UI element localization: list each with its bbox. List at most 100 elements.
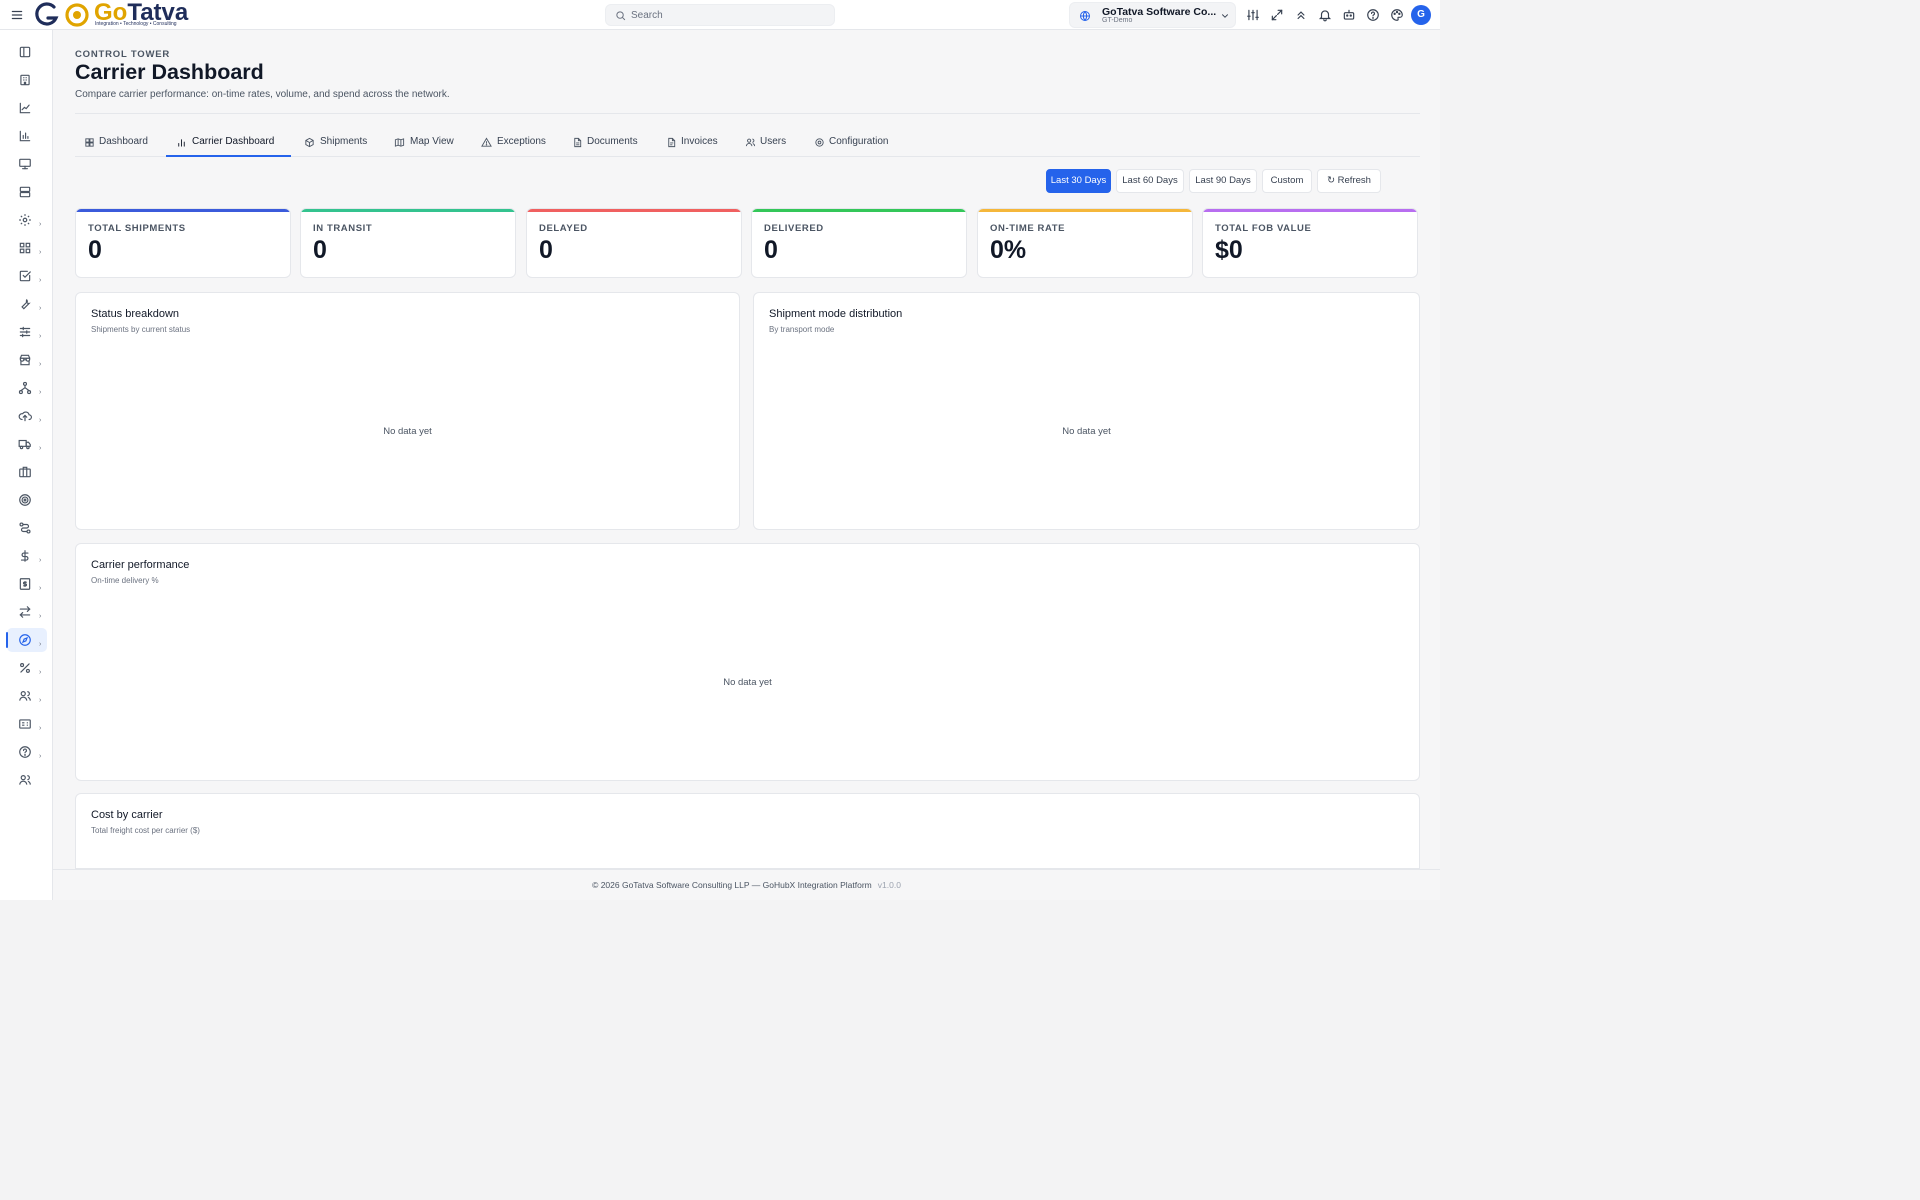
- sidebar-item-analytics[interactable]: [7, 96, 47, 120]
- submenu-arrow-icon: ›: [39, 277, 42, 284]
- sidebar-item-finance[interactable]: ›: [7, 544, 47, 568]
- footer-copyright: © 2026 GoTatva Software Consulting LLP —…: [592, 880, 872, 890]
- expand-icon[interactable]: [1270, 8, 1284, 22]
- tab-label: Documents: [587, 136, 638, 147]
- kpi-accent-bar: [301, 209, 515, 212]
- sidebar-item-tools[interactable]: ›: [7, 292, 47, 316]
- tab-dashboard[interactable]: Dashboard: [84, 127, 154, 157]
- kpi-value: $0: [1215, 236, 1243, 264]
- bar-chart-icon: [178, 139, 185, 147]
- bell-icon[interactable]: [1318, 8, 1332, 22]
- tab-exceptions[interactable]: Exceptions: [481, 127, 556, 157]
- tab-invoices[interactable]: Invoices: [666, 127, 726, 157]
- section-eyebrow: CONTROL TOWER: [75, 49, 171, 60]
- chevrons-up-icon[interactable]: [1294, 8, 1308, 22]
- footer-divider: [53, 869, 1440, 870]
- tab-label: Exceptions: [497, 136, 546, 147]
- tab-configuration[interactable]: Configuration: [814, 127, 909, 157]
- line-chart-icon: [19, 102, 31, 114]
- tab-users[interactable]: Users: [745, 127, 795, 157]
- sidebar-item-discounts[interactable]: ›: [7, 656, 47, 680]
- sidebar-item-briefcase[interactable]: [7, 460, 47, 484]
- sliders-icon[interactable]: [1246, 8, 1260, 22]
- hamburger-menu-icon[interactable]: [10, 8, 24, 22]
- sidebar-item-help[interactable]: ›: [7, 740, 47, 764]
- kpi-accent-bar: [752, 209, 966, 212]
- submenu-arrow-icon: ›: [39, 305, 42, 312]
- sidebar-item-monitor[interactable]: [7, 152, 47, 176]
- sidebar-item-team[interactable]: [7, 768, 47, 792]
- org-switcher[interactable]: GoTatva Software Co... GT-Demo: [1069, 2, 1236, 28]
- sidebar-item-tasks[interactable]: ›: [7, 264, 47, 288]
- sidebar-item-adjustments[interactable]: ›: [7, 320, 47, 344]
- sidebar-item-id-cards[interactable]: ›: [7, 712, 47, 736]
- bot-icon[interactable]: [1342, 8, 1356, 22]
- sidebar-item-partners[interactable]: ›: [7, 684, 47, 708]
- kpi-value: 0: [88, 236, 102, 264]
- user-avatar[interactable]: G: [1411, 5, 1431, 25]
- sidebar-item-reports[interactable]: [7, 124, 47, 148]
- sidebar-item-network[interactable]: ›: [7, 376, 47, 400]
- palette-icon[interactable]: [1390, 8, 1404, 22]
- card-subtitle: By transport mode: [769, 325, 835, 334]
- dollar-icon: [20, 550, 29, 562]
- target-icon: [19, 494, 31, 506]
- sidebar-item-target[interactable]: [7, 488, 47, 512]
- card-title: Status breakdown: [91, 308, 180, 320]
- kpi-accent-bar: [978, 209, 1192, 212]
- sidebar-item-companies[interactable]: [7, 68, 47, 92]
- submenu-arrow-icon: ›: [39, 725, 42, 732]
- search-box[interactable]: [605, 4, 835, 26]
- footer-version: v1.0.0: [877, 880, 901, 890]
- submenu-arrow-icon: ›: [39, 669, 42, 676]
- sidebar-item-servers[interactable]: [7, 180, 47, 204]
- kpi-label: DELIVERED: [764, 223, 824, 234]
- range-last-90-days-button[interactable]: Last 90 Days: [1189, 169, 1257, 193]
- submenu-arrow-icon: ›: [39, 585, 42, 592]
- store-icon: [19, 354, 31, 366]
- help-icon[interactable]: [1366, 8, 1380, 22]
- kpi-accent-bar: [1203, 209, 1417, 212]
- sidebar-item-settings[interactable]: ›: [7, 208, 47, 232]
- tab-documents[interactable]: Documents: [572, 127, 647, 157]
- card-title: Carrier performance: [91, 559, 190, 571]
- sidebar-item-control-tower[interactable]: ›: [6, 628, 47, 652]
- range-last-30-days-button[interactable]: Last 30 Days: [1046, 169, 1111, 193]
- tab-shipments[interactable]: Shipments: [304, 127, 374, 157]
- sidebar-item-transfers[interactable]: ›: [7, 600, 47, 624]
- team-icon: [19, 775, 31, 785]
- sidebar-toggle[interactable]: [7, 40, 47, 64]
- sidebar-item-store[interactable]: ›: [7, 348, 47, 372]
- tab-label: Invoices: [681, 136, 718, 147]
- tab-label: Shipments: [320, 136, 368, 147]
- org-environment: GT-Demo: [1102, 17, 1133, 24]
- cloud-upload-icon: [18, 411, 32, 422]
- submenu-arrow-icon: ›: [39, 557, 42, 564]
- range-last-60-days-button[interactable]: Last 60 Days: [1116, 169, 1184, 193]
- card-subtitle: On-time delivery %: [91, 576, 159, 585]
- tab-map-view[interactable]: Map View: [394, 127, 464, 157]
- submenu-arrow-icon: ›: [39, 697, 42, 704]
- tab-label: Configuration: [829, 136, 889, 147]
- sidebar-item-billing[interactable]: ›: [7, 572, 47, 596]
- tab-carrier-dashboard[interactable]: Carrier Dashboard: [166, 127, 291, 157]
- logo-mark-icon: [35, 2, 89, 27]
- empty-state: No data yet: [383, 426, 432, 437]
- file-icon: [574, 137, 582, 148]
- kpi-value: 0: [539, 236, 553, 264]
- refresh-button[interactable]: ↻ Refresh: [1317, 169, 1381, 193]
- empty-state: No data yet: [1062, 426, 1111, 437]
- sidebar-item-shipping[interactable]: ›: [7, 432, 47, 456]
- monitor-icon: [19, 158, 31, 170]
- file-text-icon: [668, 137, 676, 148]
- sidebar-item-routes[interactable]: [7, 516, 47, 540]
- brand-logo[interactable]: GoTatva Integration • Technology • Consu…: [34, 0, 194, 29]
- sidebar-item-apps[interactable]: ›: [7, 236, 47, 260]
- status-breakdown-card: Status breakdown Shipments by current st…: [75, 292, 740, 530]
- tab-bar: Dashboard Carrier Dashboard Shipments Ma…: [75, 127, 1420, 157]
- receipt-icon: [19, 578, 31, 590]
- search-input[interactable]: [631, 8, 826, 23]
- kpi-total-shipments: TOTAL SHIPMENTS 0: [75, 208, 291, 278]
- sidebar-item-upload[interactable]: ›: [7, 404, 47, 428]
- range-custom-button[interactable]: Custom: [1262, 169, 1312, 193]
